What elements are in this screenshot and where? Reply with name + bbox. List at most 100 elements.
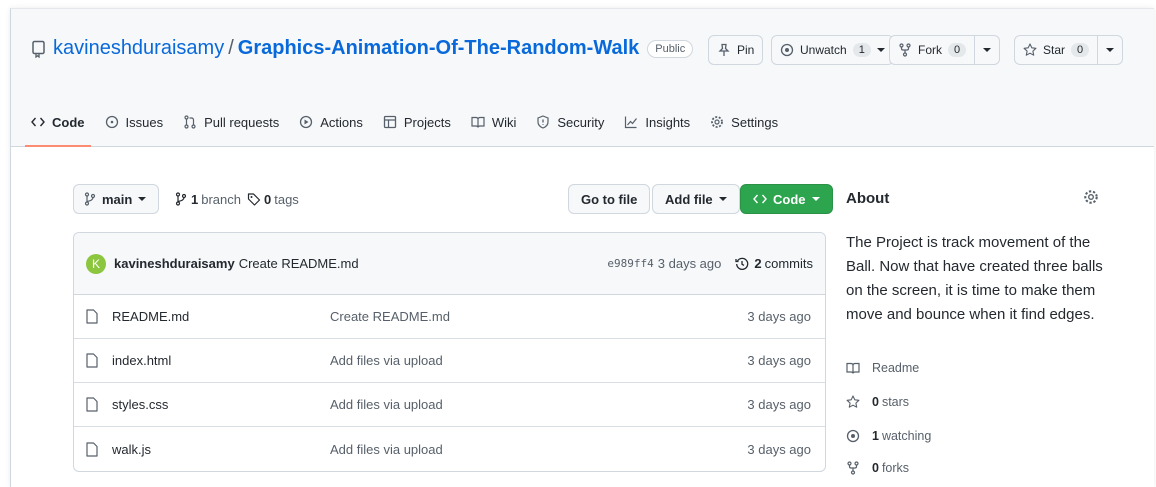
book-icon: [846, 362, 860, 374]
visibility-badge: Public: [647, 39, 694, 58]
stars-count: 0: [872, 395, 879, 409]
tab-label: Insights: [645, 114, 691, 130]
fork-button[interactable]: Fork 0: [890, 36, 974, 64]
file-commit-time: 3 days ago: [747, 309, 811, 324]
issue-icon: [105, 115, 118, 129]
star-dropdown[interactable]: [1097, 36, 1122, 64]
branch-word: branch: [201, 191, 241, 207]
file-row[interactable]: README.md Create README.md 3 days ago: [74, 295, 825, 339]
tab-label: Security: [557, 114, 605, 130]
watching-link[interactable]: 1 watching: [846, 429, 931, 443]
commit-word: commits: [764, 256, 813, 271]
tab-label: Issues: [125, 114, 164, 130]
tab-code[interactable]: Code: [21, 107, 95, 147]
stars-word: stars: [881, 395, 910, 409]
tab-label: Pull requests: [204, 114, 280, 130]
tags-link[interactable]: 0 tags: [247, 184, 299, 214]
file-name-link[interactable]: styles.css: [112, 397, 330, 412]
pin-button[interactable]: Pin: [708, 35, 764, 65]
file-row[interactable]: index.html Add files via upload 3 days a…: [74, 339, 825, 383]
gear-icon[interactable]: [1083, 189, 1099, 205]
forks-link[interactable]: 0 forks: [846, 461, 909, 475]
repo-path-separator: /: [228, 37, 234, 59]
chevron-down-icon: [718, 197, 727, 201]
branch-icon: [175, 192, 187, 206]
chevron-down-icon: [1106, 48, 1115, 52]
tab-projects[interactable]: Projects: [373, 107, 461, 137]
fork-dropdown[interactable]: [974, 36, 999, 64]
branch-name: main: [102, 191, 133, 207]
tab-label: Code: [52, 114, 85, 130]
commit-message-link[interactable]: Create README.md: [239, 256, 359, 271]
latest-commit-bar: K kavineshduraisamy Create README.md e98…: [74, 233, 825, 295]
commit-sha-link[interactable]: e989ff4: [607, 257, 653, 270]
readme-link[interactable]: Readme: [846, 361, 919, 375]
commits-history-link[interactable]: 2 commits: [735, 256, 813, 271]
branches-link[interactable]: 1 branch: [175, 184, 241, 214]
tab-issues[interactable]: Issues: [95, 107, 174, 137]
star-button[interactable]: Star 0: [1015, 36, 1097, 64]
tab-insights[interactable]: Insights: [614, 107, 700, 137]
commit-count: 2: [754, 256, 762, 271]
branch-count: 1: [191, 191, 199, 207]
tag-word: tags: [274, 191, 299, 207]
eye-icon: [780, 43, 794, 57]
shield-icon: [537, 115, 549, 129]
forks-word: forks: [881, 461, 910, 475]
file-icon: [86, 441, 98, 457]
tab-label: Projects: [403, 114, 451, 130]
chevron-down-icon: [811, 197, 820, 201]
stars-link[interactable]: 0 stars: [846, 395, 909, 409]
code-dropdown-button[interactable]: Code: [740, 184, 833, 214]
star-counter: 0: [1071, 43, 1090, 57]
graph-icon: [625, 116, 638, 129]
tag-count: 0: [264, 191, 272, 207]
file-row[interactable]: walk.js Add files via upload 3 days ago: [74, 427, 825, 471]
file-commit-message[interactable]: Add files via upload: [330, 397, 443, 412]
watching-count: 1: [872, 429, 879, 443]
tab-security[interactable]: Security: [526, 107, 614, 137]
code-button-label: Code: [773, 191, 806, 207]
file-commit-time: 3 days ago: [747, 353, 811, 368]
repo-name-link[interactable]: Graphics-Animation-Of-The-Random-Walk: [238, 37, 639, 60]
repo-title: kavineshduraisamy / Graphics-Animation-O…: [31, 37, 694, 60]
tag-icon: [247, 193, 261, 206]
pin-label: Pin: [737, 43, 755, 57]
table-icon: [383, 115, 397, 129]
repo-owner-link[interactable]: kavineshduraisamy: [53, 37, 224, 60]
tab-pull-requests[interactable]: Pull requests: [173, 107, 289, 137]
chevron-down-icon: [138, 197, 147, 201]
fork-icon: [899, 43, 911, 57]
chevron-down-icon: [983, 48, 992, 52]
file-row[interactable]: styles.css Add files via upload 3 days a…: [74, 383, 825, 427]
branch-icon: [84, 192, 96, 206]
file-commit-time: 3 days ago: [747, 441, 811, 457]
fork-counter: 0: [948, 43, 967, 57]
tab-settings[interactable]: Settings: [700, 107, 788, 137]
commit-author-link[interactable]: kavineshduraisamy: [114, 256, 235, 271]
file-name-link[interactable]: README.md: [112, 309, 330, 324]
file-commit-time: 3 days ago: [747, 397, 811, 412]
pull-request-icon: [184, 115, 196, 129]
file-commit-message[interactable]: Add files via upload: [330, 353, 443, 368]
forks-count: 0: [872, 461, 879, 475]
avatar[interactable]: K: [86, 253, 106, 274]
file-commit-message[interactable]: Add files via upload: [330, 442, 443, 457]
unwatch-button[interactable]: Unwatch 1: [771, 35, 894, 65]
file-commit-message[interactable]: Create README.md: [330, 309, 450, 324]
file-name-link[interactable]: index.html: [112, 353, 330, 368]
go-to-file-button[interactable]: Go to file: [568, 184, 651, 214]
fork-button-group[interactable]: Fork 0: [889, 35, 1001, 65]
history-icon: [735, 257, 749, 270]
play-icon: [300, 115, 313, 129]
star-button-group[interactable]: Star 0: [1014, 35, 1124, 65]
book-icon: [471, 116, 485, 128]
github-repo-page: kavineshduraisamy / Graphics-Animation-O…: [10, 8, 1154, 487]
add-file-button[interactable]: Add file: [652, 184, 740, 214]
tab-wiki[interactable]: Wiki: [461, 107, 527, 137]
tab-actions[interactable]: Actions: [289, 107, 373, 137]
fork-icon: [847, 461, 859, 475]
branch-selector[interactable]: main: [73, 184, 159, 214]
fork-label: Fork: [918, 43, 942, 57]
file-name-link[interactable]: walk.js: [112, 442, 330, 457]
